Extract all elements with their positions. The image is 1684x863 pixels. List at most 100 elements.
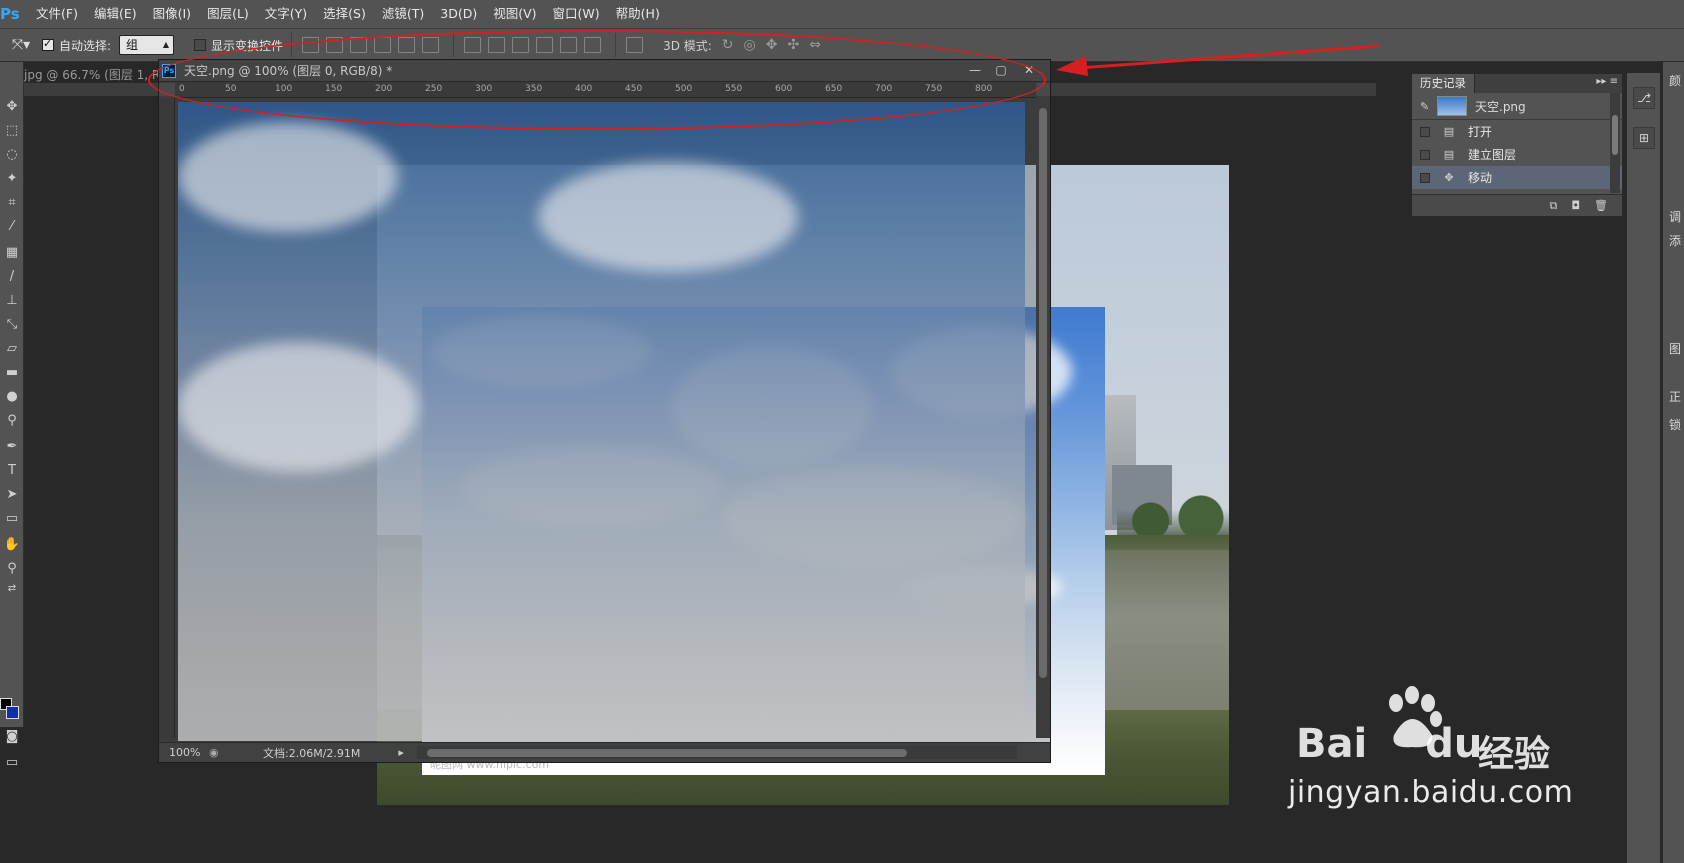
auto-select-checkbox[interactable] [42,37,54,51]
move-tool-icon[interactable]: ✥ [2,96,22,116]
vertical-scrollbar[interactable] [1036,98,1050,738]
healing-brush-icon[interactable]: ▦ [2,242,22,262]
status-menu-arrow-icon[interactable]: ▸ [398,746,404,759]
tools-panel: ✥ ⬚ ◌ ✦ ⌗ ⁄ ▦ / ⊥ ⤡ ▱ ▬ ● ⚲ ✒ T ➤ ▭ ✋ ⚲ … [0,62,24,770]
menu-file[interactable]: 文件(F) [28,0,86,28]
menu-3d[interactable]: 3D(D) [432,0,485,28]
menu-layer[interactable]: 图层(L) [199,0,257,28]
history-tab-bar: 历史记录 ▸▸ ≡ [1412,74,1622,93]
history-step-label: 移动 [1468,171,1493,185]
history-step-label: 打开 [1468,125,1493,139]
history-brush-source-icon[interactable]: ✎ [1420,100,1429,113]
history-source-checkbox[interactable] [1420,172,1430,183]
history-tab[interactable]: 历史记录 [1412,74,1475,93]
photoshop-logo: Ps [0,5,20,23]
eraser-tool-icon[interactable]: ▱ [2,338,22,358]
history-panel: 历史记录 ▸▸ ≡ ✎ 天空.png ▤ 打开 ▤ 建立图层 ✥ 移动 ⧉ ◘ … [1411,73,1623,217]
snapshot-thumbnail [1437,96,1467,116]
baidu-url: jingyan.baidu.com [1288,775,1574,810]
vertical-ruler [159,98,175,738]
move-tool-icon: ✥ [1444,171,1454,184]
snapshot-label: 天空.png [1475,99,1526,114]
annotation-arrow [1056,44,1381,76]
hand-tool-icon[interactable]: ✋ [2,534,22,554]
menu-filter[interactable]: 滤镜(T) [374,0,432,28]
swap-colors-icon[interactable]: ⇄ [2,578,22,598]
vertical-scroll-thumb[interactable] [1039,108,1047,678]
history-step-active[interactable]: ✥ 移动 [1412,166,1622,189]
quick-mask-icon[interactable]: ◙ [2,726,22,746]
history-step-label: 建立图层 [1468,148,1517,162]
menu-type[interactable]: 文字(Y) [257,0,315,28]
cloud [178,122,398,232]
lock-label: 锁 [1669,418,1682,432]
annotation-ellipse [148,30,1046,130]
path-select-icon[interactable]: ➤ [2,484,22,504]
menu-edit[interactable]: 编辑(E) [86,0,145,28]
cloud [538,162,798,272]
baidu-jingyan-watermark: Bai du 经验 jingyan.baidu.com [1288,685,1648,810]
history-scroll-thumb[interactable] [1612,115,1618,155]
auto-select-value: 组 [126,38,139,52]
cloud [178,342,418,472]
auto-select-dropdown[interactable]: 组 ▲▼ [119,35,175,67]
layers-panel-label[interactable]: 图 [1669,340,1681,357]
zoom-level[interactable]: 100% [169,746,209,759]
history-brush-icon[interactable]: ⤡ [2,314,22,334]
history-step[interactable]: ▤ 打开 [1412,120,1622,143]
panel-menu-icon[interactable]: ▸▸ ≡ [1596,76,1618,87]
eyedropper-icon[interactable]: ⁄ [2,216,22,236]
delete-state-icon[interactable]: 🗑 [1594,199,1608,212]
document-icon: ▤ [1443,148,1455,161]
menu-help[interactable]: 帮助(H) [608,0,668,28]
shape-tool-icon[interactable]: ▭ [2,508,22,528]
adjustments-panel-label[interactable]: 调 [1669,208,1681,225]
gradient-tool-icon[interactable]: ▬ [2,362,22,382]
crop-tool-icon[interactable]: ⌗ [2,192,22,212]
color-panel-label[interactable]: 颜 [1669,72,1681,89]
baidu-product: 经验 [1478,734,1551,775]
menu-image[interactable]: 图像(I) [145,0,199,28]
history-step[interactable]: ▤ 建立图层 [1412,143,1622,166]
document-icon: ▤ [1443,125,1455,138]
blur-tool-icon[interactable]: ● [2,386,22,406]
lasso-tool-icon[interactable]: ◌ [2,144,22,164]
show-transform-checkbox[interactable] [194,39,207,51]
properties-panel-icon[interactable]: ⊞ [1633,127,1655,149]
new-snapshot-icon[interactable]: ◘ [1571,199,1580,212]
zoom-tool-icon[interactable]: ⚲ [2,558,22,578]
screen-mode-icon[interactable]: ▭ [2,752,22,772]
add-adjustment-label: 添 [1669,234,1682,248]
document-size: 文档:2.06M/2.91M [263,746,361,760]
history-source-checkbox[interactable] [1420,149,1430,160]
history-snapshot[interactable]: ✎ 天空.png [1412,93,1622,120]
blend-mode-label[interactable]: 正 [1669,388,1681,405]
document-canvas[interactable] [178,102,1025,741]
move-tool-preset-icon[interactable]: ⤧▾ [0,37,42,53]
type-tool-icon[interactable]: T [2,460,22,480]
history-scrollbar[interactable] [1610,93,1620,193]
brush-tool-icon[interactable]: / [2,266,22,286]
magic-wand-icon[interactable]: ✦ [2,168,22,188]
horizontal-scrollbar[interactable] [417,746,1017,759]
new-document-from-state-icon[interactable]: ⧉ [1549,199,1557,213]
document-window[interactable]: Ps 天空.png @ 100% (图层 0, RGB/8) * — ▢ ✕ 0… [158,59,1051,763]
status-info-icon[interactable]: ◉ [209,746,223,759]
history-footer: ⧉ ◘ 🗑 [1412,194,1622,216]
document-status-bar: 100% ◉ 文档:2.06M/2.91M ▸ [159,742,1050,762]
background-color-swatch[interactable] [6,706,19,719]
clone-stamp-icon[interactable]: ⊥ [2,290,22,310]
marquee-tool-icon[interactable]: ⬚ [2,120,22,140]
history-source-checkbox[interactable] [1420,126,1430,137]
history-panel-icon[interactable]: ⎇ [1633,87,1655,109]
auto-select-label: 自动选择: [59,38,112,53]
pen-tool-icon[interactable]: ✒ [2,436,22,456]
horizontal-scroll-thumb[interactable] [427,749,907,757]
menu-view[interactable]: 视图(V) [485,0,544,28]
menu-select[interactable]: 选择(S) [315,0,374,28]
dodge-tool-icon[interactable]: ⚲ [2,410,22,430]
right-panel-edge: 颜 调 添 图 正 锁 [1662,62,1684,863]
baidu-paw-icon [1389,686,1442,748]
menu-bar: Ps 文件(F) 编辑(E) 图像(I) 图层(L) 文字(Y) 选择(S) 滤… [0,0,1684,28]
menu-window[interactable]: 窗口(W) [545,0,608,28]
